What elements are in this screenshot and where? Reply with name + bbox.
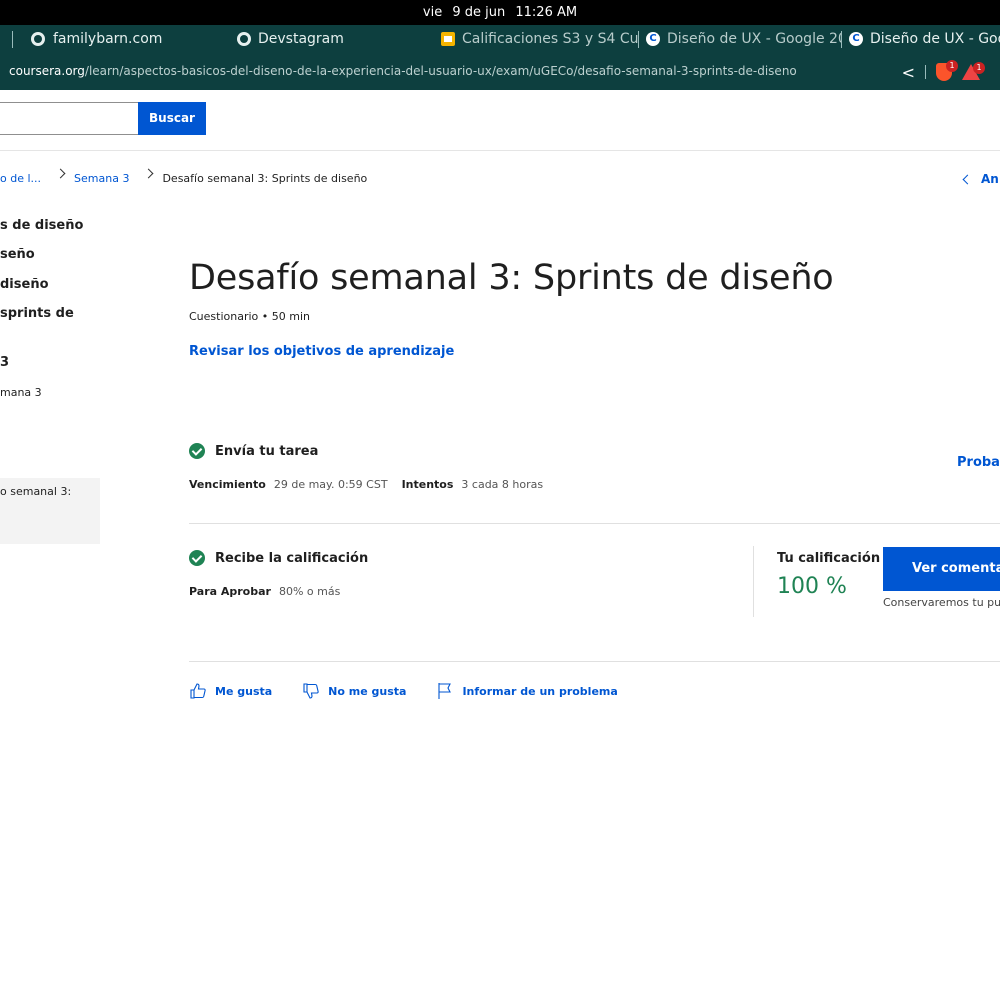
pass-info: Para Aprobar 80% o más <box>189 585 354 598</box>
submit-step-title: Envía tu tarea <box>189 443 318 459</box>
learning-objectives-link[interactable]: Revisar los objetivos de aprendizaje <box>189 344 454 359</box>
breadcrumb-current: Desafío semanal 3: Sprints de diseño <box>162 172 368 185</box>
like-label: Me gusta <box>215 684 273 698</box>
sidebar-item-selected[interactable]: o semanal 3: <box>0 478 100 544</box>
breadcrumb: o de l... Semana 3 Desafío semanal 3: Sp… <box>0 168 368 188</box>
sidebar-item[interactable]: diseño <box>0 277 49 292</box>
pass-value: 80% o más <box>278 585 341 598</box>
url-text[interactable]: coursera.org/learn/aspectos-basicos-del-… <box>9 53 797 90</box>
thumbs-down-icon <box>303 683 319 699</box>
sidebar-item[interactable]: 3 <box>0 355 9 370</box>
item-meta: Cuestionario • 50 min <box>189 310 310 323</box>
dislike-button[interactable]: No me gusta <box>302 682 406 700</box>
tab-devstagram[interactable]: Devstagram <box>229 25 429 53</box>
address-bar[interactable]: coursera.org/learn/aspectos-basicos-del-… <box>0 53 1000 90</box>
tab-label: Diseño de UX - Google 2023 <box>667 31 841 47</box>
google-slides-icon <box>441 32 455 46</box>
grade-step-title: Recibe la calificación <box>189 550 368 566</box>
chevron-left-icon <box>962 174 973 184</box>
attempts-label: Intentos <box>401 478 454 491</box>
pass-label: Para Aprobar <box>189 585 271 598</box>
system-date: 9 de jun <box>452 5 506 20</box>
sidebar-item[interactable]: seño <box>0 247 35 262</box>
report-label: Informar de un problema <box>462 684 618 698</box>
tab-calificaciones[interactable]: Calificaciones S3 y S4 Curso <box>433 25 638 53</box>
breadcrumb-week[interactable]: Semana 3 <box>74 170 129 188</box>
grade-step-label: Recibe la calificación <box>215 550 369 566</box>
your-grade-value: 100 % <box>777 574 847 599</box>
browser-tab-bar: familybarn.com Devstagram Calificaciones… <box>0 25 1000 53</box>
url-path: /learn/aspectos-basicos-del-diseno-de-la… <box>84 64 797 78</box>
sidebar-subitem[interactable]: mana 3 <box>0 386 42 399</box>
check-circle-icon <box>189 550 205 566</box>
tab-label: familybarn.com <box>53 31 163 47</box>
check-circle-icon <box>189 443 205 459</box>
system-top-bar: vie 9 de jun 11:26 AM <box>0 0 1000 25</box>
feedback-actions: Me gusta No me gusta Informar de un prob… <box>189 681 648 701</box>
previous-link[interactable]: An <box>962 170 999 188</box>
system-time: 11:26 AM <box>515 5 578 20</box>
sidebar-item-label: o semanal 3: <box>0 485 72 498</box>
breadcrumb-course[interactable]: o de l... <box>0 170 41 188</box>
like-button[interactable]: Me gusta <box>189 682 272 700</box>
report-problem-button[interactable]: Informar de un problema <box>436 682 618 700</box>
tab-label: Calificaciones S3 y S4 Curso <box>462 31 638 47</box>
section-divider <box>189 523 1000 524</box>
attempts-value: 3 cada 8 horas <box>461 478 544 491</box>
try-button[interactable]: Probar <box>957 455 1000 470</box>
tab-diseno-ux-2[interactable]: C Diseño de UX - Googl <box>841 25 1000 53</box>
header-divider <box>0 150 1000 151</box>
sidebar-item[interactable]: s de diseño <box>0 218 83 233</box>
section-divider <box>189 661 1000 662</box>
sidebar-item[interactable]: sprints de <box>0 306 74 321</box>
tab-familybarn[interactable]: familybarn.com <box>0 25 225 53</box>
share-icon[interactable]: < <box>902 63 915 82</box>
divider <box>925 65 926 79</box>
globe-icon <box>31 32 45 46</box>
your-grade-label: Tu calificación <box>777 551 881 566</box>
brave-shield-icon[interactable]: 1 <box>936 60 958 81</box>
system-day: vie <box>422 5 443 20</box>
chevron-right-icon <box>55 168 66 179</box>
flag-icon <box>438 683 452 699</box>
url-domain: coursera.org <box>9 64 85 78</box>
submit-step-label: Envía tu tarea <box>215 443 319 459</box>
brave-rewards-icon[interactable]: 1 <box>962 62 985 80</box>
view-feedback-button[interactable]: Ver comentari <box>883 547 1000 591</box>
keep-score-note: Conservaremos tu pu <box>883 596 1000 609</box>
search-input[interactable] <box>0 102 139 135</box>
coursera-icon: C <box>849 32 863 46</box>
vertical-divider <box>753 546 754 617</box>
dislike-label: No me gusta <box>328 684 407 698</box>
globe-icon <box>237 32 251 46</box>
tab-label: Diseño de UX - Googl <box>870 31 1000 47</box>
chevron-right-icon <box>144 168 154 179</box>
page-title: Desafío semanal 3: Sprints de diseño <box>189 258 834 298</box>
tab-label: Devstagram <box>258 31 344 47</box>
due-value: 29 de may. 0:59 CST <box>273 478 388 491</box>
tab-diseno-ux-1[interactable]: C Diseño de UX - Google 2023 <box>638 25 841 53</box>
due-label: Vencimiento <box>189 478 266 491</box>
thumbs-up-icon <box>190 683 206 699</box>
search-button[interactable]: Buscar <box>138 102 206 135</box>
coursera-icon: C <box>646 32 660 46</box>
due-info: Vencimiento 29 de may. 0:59 CST Intentos 3 … <box>189 478 557 491</box>
previous-label: An <box>981 172 999 186</box>
